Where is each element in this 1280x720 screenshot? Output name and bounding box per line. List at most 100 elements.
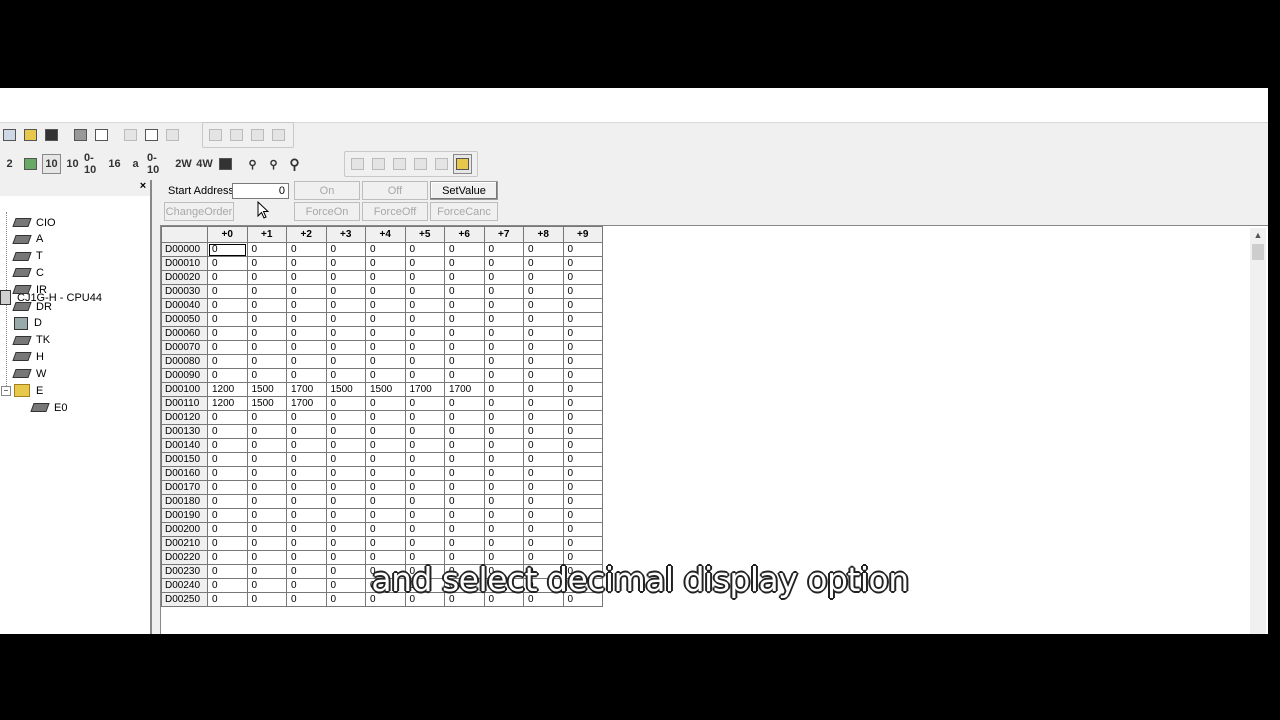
grid-cell[interactable]: 0 [444,242,485,257]
grid-cell[interactable]: 0 [207,242,248,257]
grid-cell[interactable]: 0 [207,368,248,383]
grid-cell[interactable]: 0 [207,340,248,355]
grid-cell[interactable]: 0 [365,466,406,481]
on-button[interactable]: On [294,181,360,200]
grid-cell[interactable]: 0 [404,242,445,257]
grid-cell[interactable]: 0 [207,256,248,271]
grid-cell[interactable]: 0 [365,536,406,551]
grid-cell[interactable]: 0 [325,522,366,537]
grid-cell[interactable]: 1500 [365,382,406,397]
grid-cell[interactable]: 0 [562,340,603,355]
grid-cell[interactable]: 0 [365,452,406,467]
grid-cell[interactable]: 0 [562,396,603,411]
grid-cell[interactable]: 0 [444,480,485,495]
grid-cell[interactable]: 0 [523,480,564,495]
grid-cell[interactable]: 0 [483,466,524,481]
grid-cell[interactable]: 0 [246,480,287,495]
grid-cell[interactable]: 0 [404,326,445,341]
grid-cell[interactable]: 0 [483,298,524,313]
grid-cell[interactable]: 0 [325,424,366,439]
grid-cell[interactable]: 0 [325,298,366,313]
grid-cell[interactable]: 0 [404,354,445,369]
grid-cell[interactable]: 0 [483,508,524,523]
grid-cell[interactable]: 0 [325,410,366,425]
tree-item-c[interactable]: C [12,264,44,281]
grid-cell[interactable]: 0 [562,480,603,495]
grid-cell[interactable]: 0 [286,494,327,509]
grid-cell[interactable]: 0 [325,354,366,369]
grid-cell[interactable]: 0 [562,508,603,523]
grid-cell[interactable]: 0 [444,354,485,369]
grid-cell[interactable]: 0 [562,270,603,285]
grid-cell[interactable]: 0 [286,340,327,355]
grid-cell[interactable]: 0 [286,466,327,481]
grid-cell[interactable]: 0 [562,410,603,425]
grid-cell[interactable]: 0 [325,340,366,355]
grid-cell[interactable]: 1500 [246,396,287,411]
grid-cell[interactable]: 0 [404,438,445,453]
grid-cell[interactable]: 0 [325,256,366,271]
print-preview-icon[interactable] [92,125,111,145]
grid-cell[interactable]: 0 [444,508,485,523]
grid-cell[interactable]: 0 [246,452,287,467]
grid-cell[interactable]: 0 [365,424,406,439]
grid-cell[interactable]: 0 [404,270,445,285]
double-word-button[interactable]: 2W [174,154,193,174]
grid-cell[interactable]: 0 [483,536,524,551]
grid-cell[interactable]: 0 [207,410,248,425]
grid-cell[interactable]: 0 [325,452,366,467]
cut-icon[interactable] [121,125,140,145]
grid-cell[interactable]: 0 [444,396,485,411]
grid-cell[interactable]: 0 [483,410,524,425]
grid-cell[interactable]: 0 [483,396,524,411]
grid-cell[interactable]: 0 [365,354,406,369]
grid-cell[interactable]: 0 [207,284,248,299]
grid-cell[interactable]: 0 [365,508,406,523]
grid-cell[interactable]: 0 [325,494,366,509]
grid-cell[interactable]: 0 [286,354,327,369]
grid-cell[interactable]: 0 [325,312,366,327]
grid-cell[interactable]: 0 [207,522,248,537]
grid-cell[interactable]: 0 [444,284,485,299]
grid-cell[interactable]: 0 [246,508,287,523]
grid-cell[interactable]: 0 [207,424,248,439]
grid-cell[interactable]: 0 [483,312,524,327]
grid-cell[interactable]: 0 [246,270,287,285]
ascii-display-button[interactable]: a [126,154,145,174]
force-cancel-button[interactable]: ForceCanc [430,202,498,221]
grid-cell[interactable]: 1500 [325,382,366,397]
binary-display-button[interactable]: 2 [0,154,19,174]
grid-cell[interactable]: 0 [325,270,366,285]
grid-cell[interactable]: 0 [365,312,406,327]
grid-cell[interactable]: 0 [286,424,327,439]
grid-cell[interactable]: 0 [523,494,564,509]
grid-cell[interactable]: 0 [523,242,564,257]
grid-cell[interactable]: 0 [444,494,485,509]
grid-cell[interactable]: 0 [325,326,366,341]
grid-cell[interactable]: 0 [523,410,564,425]
grid-cell[interactable]: 0 [325,480,366,495]
grid-cell[interactable]: 0 [483,368,524,383]
zoom-large-icon[interactable]: ⚲ [285,154,304,174]
grid-cell[interactable]: 0 [404,298,445,313]
grid-cell[interactable]: 1200 [207,382,248,397]
edit-data-icon[interactable] [432,154,451,174]
grid-cell[interactable]: 0 [444,256,485,271]
grid-cell[interactable]: 0 [207,354,248,369]
grid-cell[interactable]: 0 [365,242,406,257]
force-off-button[interactable]: ForceOff [362,202,428,221]
grid-cell[interactable]: 0 [207,480,248,495]
copy-icon[interactable] [142,125,161,145]
grid-cell[interactable]: 0 [444,438,485,453]
grid-cell[interactable]: 0 [444,368,485,383]
grid-cell[interactable]: 0 [365,438,406,453]
grid-cell[interactable]: 0 [562,354,603,369]
grid-cell[interactable]: 0 [483,242,524,257]
grid-cell[interactable]: 0 [562,284,603,299]
grid-cell[interactable]: 1700 [444,382,485,397]
grid-cell[interactable]: 0 [286,452,327,467]
grid-cell[interactable]: 0 [404,424,445,439]
grid-cell[interactable]: 0 [207,466,248,481]
grid-cell[interactable]: 0 [365,270,406,285]
paste-icon[interactable] [163,125,182,145]
